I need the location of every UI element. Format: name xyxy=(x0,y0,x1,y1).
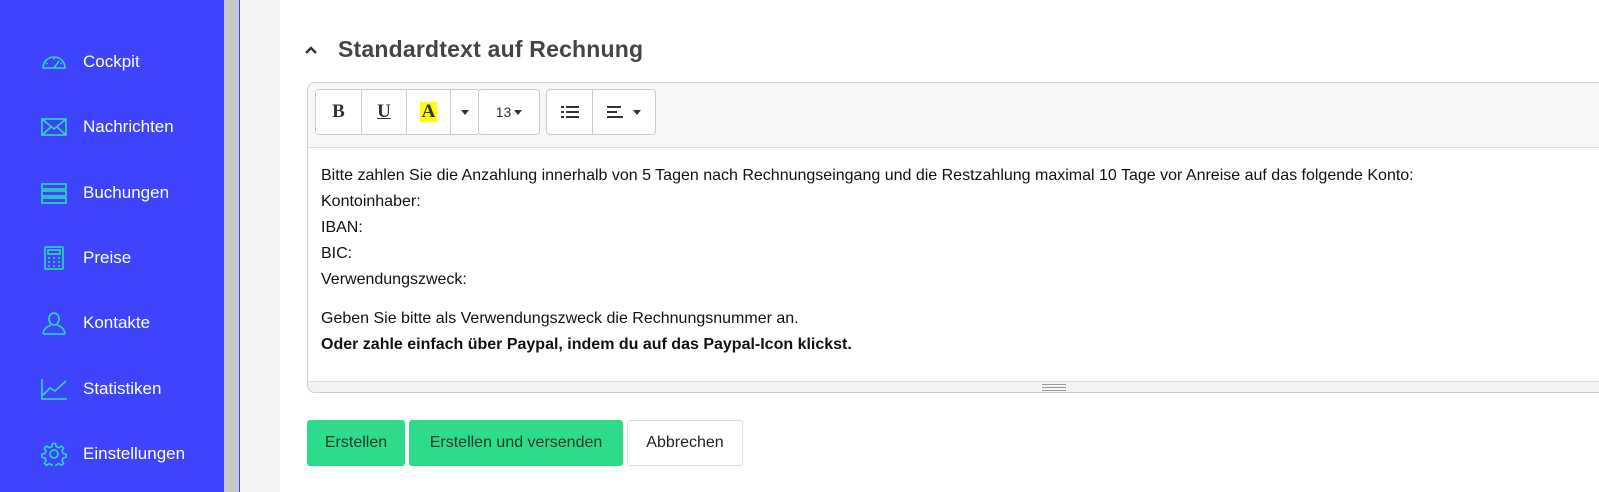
section-title: Standardtext auf Rechnung xyxy=(338,36,644,62)
sidebar-item-buchungen[interactable]: Buchungen xyxy=(40,178,169,208)
font-size-group: 13 xyxy=(478,89,540,135)
sidebar-item-label: Preise xyxy=(83,248,132,267)
sidebar-item-cockpit[interactable]: Cockpit xyxy=(40,47,140,77)
bullet-list-icon xyxy=(560,106,579,118)
sidebar-item-label: Kontakte xyxy=(83,313,151,332)
font-size-dropdown[interactable]: 13 xyxy=(479,90,539,134)
highlight-color-dropdown[interactable] xyxy=(451,90,479,134)
align-dropdown[interactable] xyxy=(593,90,655,134)
caret-down-icon xyxy=(514,109,523,115)
editor-toolbar: B U A 13 xyxy=(308,83,1599,148)
sidebar-item-einstellungen[interactable]: Einstellungen xyxy=(40,439,185,469)
envelope-icon xyxy=(40,115,68,139)
create-button[interactable]: Erstellen xyxy=(307,420,405,466)
highlight-icon: A xyxy=(419,101,438,122)
caret-down-icon xyxy=(461,109,469,115)
main-content: Standardtext auf Rechnung B U A 13 Bitte… xyxy=(280,0,1599,492)
sidebar: Cockpit Nachrichten Buchungen Preise Kon… xyxy=(0,0,224,492)
create-and-send-button[interactable]: Erstellen und versenden xyxy=(409,420,623,466)
editor-line: IBAN: xyxy=(321,219,363,236)
sidebar-item-preise[interactable]: Preise xyxy=(40,243,131,273)
sidebar-item-label: Buchungen xyxy=(83,183,170,202)
list-icon xyxy=(40,181,68,205)
bold-button[interactable]: B xyxy=(316,90,362,134)
gear-icon xyxy=(40,442,68,466)
speedometer-icon xyxy=(40,50,68,74)
section-toggle[interactable]: Standardtext auf Rechnung xyxy=(304,36,643,63)
user-icon xyxy=(40,311,68,335)
format-button-group: B U A xyxy=(315,89,480,135)
editor-line: Verwendungszweck: xyxy=(321,271,467,288)
sidebar-item-label: Statistiken xyxy=(83,379,162,398)
resize-grip-icon xyxy=(1042,384,1066,391)
calculator-icon xyxy=(40,246,68,270)
editor-paragraph: Geben Sie bitte als Verwendungszweck die… xyxy=(321,310,799,327)
editor-content[interactable]: Bitte zahlen Sie die Anzahlung innerhalb… xyxy=(321,163,1596,358)
sidebar-scrollbar[interactable] xyxy=(224,0,240,492)
editor-resize-handle[interactable] xyxy=(308,381,1599,392)
highlight-button[interactable]: A xyxy=(407,90,451,134)
font-size-value: 13 xyxy=(495,104,512,120)
unordered-list-button[interactable] xyxy=(547,90,593,134)
cancel-button[interactable]: Abbrechen xyxy=(627,420,743,466)
editor-line: Bitte zahlen Sie die Anzahlung innerhalb… xyxy=(321,167,1414,184)
editor-line: BIC: xyxy=(321,245,353,262)
align-left-icon xyxy=(607,106,623,118)
line-chart-icon xyxy=(40,377,68,401)
paragraph-button-group xyxy=(546,89,656,135)
underline-button[interactable]: U xyxy=(362,90,407,134)
editor-paragraph-bold: Oder zahle einfach über Paypal, indem du… xyxy=(321,336,852,353)
sidebar-item-label: Cockpit xyxy=(83,52,140,71)
sidebar-item-kontakte[interactable]: Kontakte xyxy=(40,308,150,338)
sidebar-item-label: Einstellungen xyxy=(83,444,186,463)
chevron-up-icon xyxy=(305,45,317,54)
editor-line: Kontoinhaber: xyxy=(321,193,421,210)
rich-text-editor: B U A 13 Bitte zahlen Sie die Anzahlung … xyxy=(307,82,1599,393)
sidebar-item-nachrichten[interactable]: Nachrichten xyxy=(40,112,174,142)
sidebar-item-statistiken[interactable]: Statistiken xyxy=(40,374,161,404)
caret-down-icon xyxy=(633,109,641,115)
sidebar-item-label: Nachrichten xyxy=(83,117,174,136)
